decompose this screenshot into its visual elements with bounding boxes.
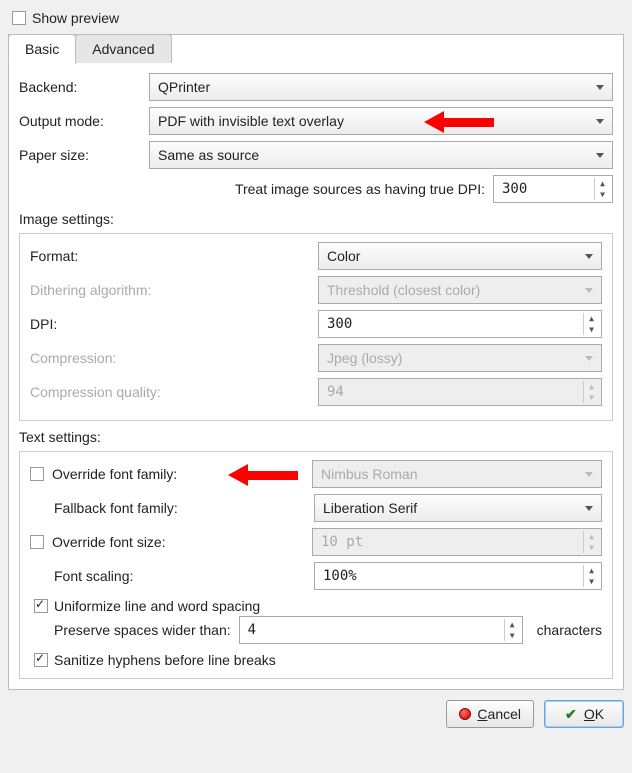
- paper-size-label: Paper size:: [19, 147, 141, 163]
- compression-value: Jpeg (lossy): [327, 350, 402, 366]
- fallback-font-family-select[interactable]: Liberation Serif: [314, 494, 602, 522]
- backend-value: QPrinter: [158, 79, 210, 95]
- output-mode-value: PDF with invisible text overlay: [158, 113, 344, 129]
- image-settings-title: Image settings:: [19, 211, 613, 227]
- chevron-down-icon[interactable]: ▼: [504, 630, 520, 641]
- ok-button-label: OK: [584, 706, 604, 722]
- output-mode-label: Output mode:: [19, 113, 141, 129]
- override-font-family-value: Nimbus Roman: [321, 466, 417, 482]
- override-font-family-label: Override font family:: [52, 466, 304, 482]
- show-preview-label: Show preview: [32, 10, 119, 26]
- ok-button[interactable]: ✔ OK: [544, 700, 624, 728]
- chevron-up-icon: ▲: [583, 531, 599, 542]
- dpi-spin[interactable]: 300 ▲▼: [318, 310, 602, 338]
- override-font-family-select: Nimbus Roman: [312, 460, 602, 488]
- sanitize-hyphens-label: Sanitize hyphens before line breaks: [54, 652, 276, 668]
- chevron-down-icon: ▼: [583, 542, 599, 553]
- dialog-buttons: Cancel ✔ OK: [8, 700, 624, 728]
- true-dpi-label: Treat image sources as having true DPI:: [235, 181, 485, 197]
- font-scaling-spin[interactable]: 100% ▲▼: [314, 562, 602, 590]
- output-mode-select[interactable]: PDF with invisible text overlay: [149, 107, 613, 135]
- text-settings-title: Text settings:: [19, 429, 613, 445]
- chevron-up-icon[interactable]: ▲: [594, 178, 610, 189]
- font-scaling-value: 100%: [323, 568, 357, 584]
- compression-quality-value: 94: [327, 384, 344, 400]
- chevron-down-icon[interactable]: ▼: [594, 189, 610, 200]
- sanitize-hyphens-checkbox[interactable]: [34, 653, 48, 667]
- format-value: Color: [327, 248, 360, 264]
- uniformize-spacing-checkbox[interactable]: [34, 599, 48, 613]
- tab-panel: Basic Advanced Backend: QPrinter Output …: [8, 34, 624, 690]
- cancel-icon: [459, 708, 471, 720]
- show-preview-checkbox[interactable]: [12, 11, 26, 25]
- override-font-size-spin: 10 pt ▲▼: [312, 528, 602, 556]
- compression-quality-label: Compression quality:: [30, 384, 310, 400]
- chevron-up-icon: ▲: [583, 381, 599, 392]
- compression-label: Compression:: [30, 350, 310, 366]
- fallback-font-family-label: Fallback font family:: [54, 500, 306, 516]
- dithering-value: Threshold (closest color): [327, 282, 480, 298]
- backend-select[interactable]: QPrinter: [149, 73, 613, 101]
- override-font-family-checkbox[interactable]: [30, 467, 44, 481]
- dpi-value: 300: [327, 316, 352, 332]
- uniformize-spacing-label: Uniformize line and word spacing: [54, 598, 260, 614]
- chevron-down-icon[interactable]: ▼: [583, 576, 599, 587]
- font-scaling-label: Font scaling:: [54, 568, 306, 584]
- paper-size-value: Same as source: [158, 147, 259, 163]
- true-dpi-value: 300: [502, 181, 527, 197]
- override-font-size-value: 10 pt: [321, 534, 363, 550]
- preserve-spaces-label: Preserve spaces wider than:: [54, 622, 231, 638]
- tab-basic[interactable]: Basic: [8, 34, 76, 64]
- text-settings-panel: Override font family: Nimbus Roman Fallb…: [19, 451, 613, 679]
- preserve-spaces-value: 4: [248, 622, 256, 638]
- paper-size-select[interactable]: Same as source: [149, 141, 613, 169]
- chevron-up-icon[interactable]: ▲: [583, 565, 599, 576]
- preserve-spaces-suffix: characters: [537, 622, 602, 638]
- compression-quality-spin: 94 ▲▼: [318, 378, 602, 406]
- format-label: Format:: [30, 248, 310, 264]
- chevron-up-icon[interactable]: ▲: [583, 313, 599, 324]
- dpi-label: DPI:: [30, 316, 310, 332]
- chevron-down-icon: ▼: [583, 392, 599, 403]
- override-font-size-label: Override font size:: [52, 534, 304, 550]
- tab-bar: Basic Advanced: [8, 34, 171, 63]
- dithering-select: Threshold (closest color): [318, 276, 602, 304]
- compression-select: Jpeg (lossy): [318, 344, 602, 372]
- backend-label: Backend:: [19, 79, 141, 95]
- format-select[interactable]: Color: [318, 242, 602, 270]
- check-icon: ✔: [564, 707, 578, 721]
- chevron-down-icon[interactable]: ▼: [583, 324, 599, 335]
- override-font-size-checkbox[interactable]: [30, 535, 44, 549]
- dithering-label: Dithering algorithm:: [30, 282, 310, 298]
- true-dpi-spin[interactable]: 300 ▲▼: [493, 175, 613, 203]
- tab-advanced[interactable]: Advanced: [75, 34, 171, 63]
- image-settings-panel: Format: Color Dithering algorithm: Thres…: [19, 233, 613, 421]
- preserve-spaces-spin[interactable]: 4 ▲▼: [239, 616, 523, 644]
- cancel-button-label: Cancel: [477, 706, 521, 722]
- cancel-button[interactable]: Cancel: [446, 700, 534, 728]
- chevron-up-icon[interactable]: ▲: [504, 619, 520, 630]
- fallback-font-family-value: Liberation Serif: [323, 500, 417, 516]
